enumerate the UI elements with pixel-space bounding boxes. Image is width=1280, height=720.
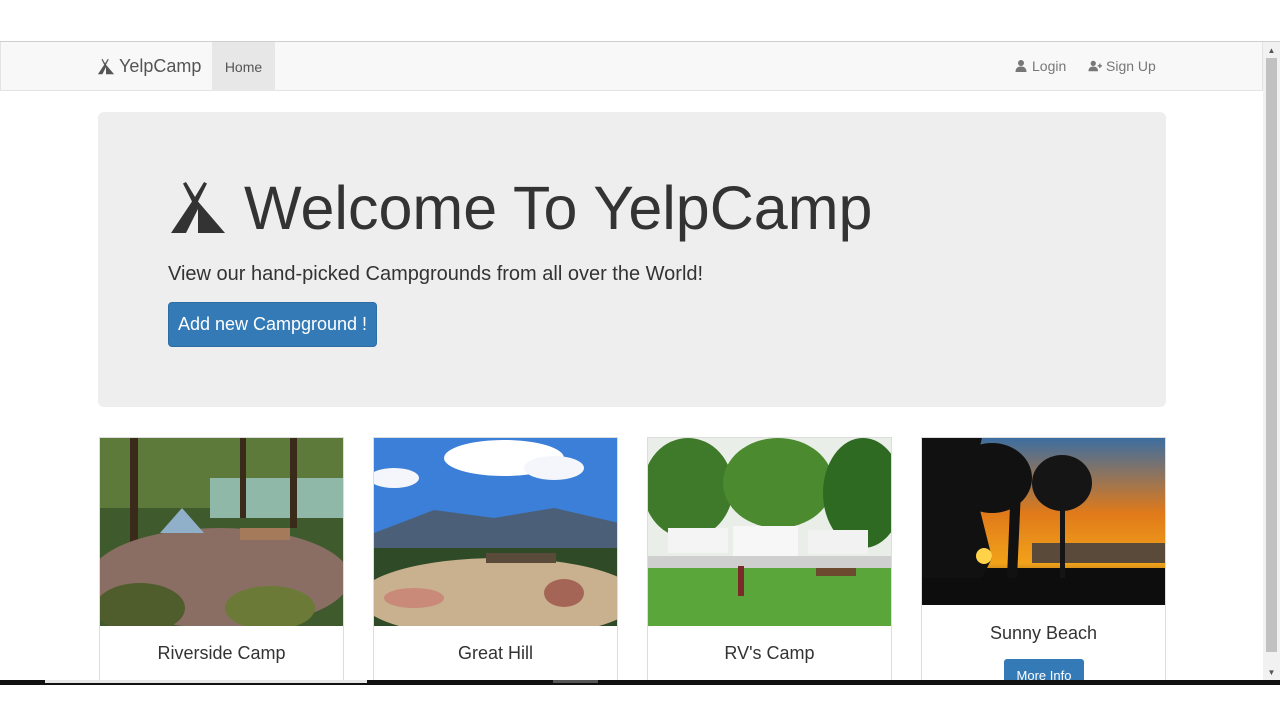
bottom-area	[0, 685, 1280, 720]
jumbotron: Welcome To YelpCamp View our hand-picked…	[98, 112, 1166, 407]
campground-image[interactable]	[648, 438, 891, 626]
campground-name: Sunny Beach	[989, 623, 1098, 643]
login-label: Login	[1032, 58, 1067, 74]
add-campground-button[interactable]: Add new Campground !	[168, 302, 377, 347]
brand-label: YelpCamp	[119, 56, 202, 76]
scroll-up-icon[interactable]: ▲	[1263, 42, 1280, 58]
scroll-thumb[interactable]	[1266, 58, 1277, 652]
navbar: YelpCamp Home Login Sign Up	[0, 42, 1263, 91]
user-plus-icon	[1088, 60, 1102, 72]
scroll-down-icon[interactable]: ▼	[1263, 664, 1280, 680]
login-link[interactable]: Login	[1014, 58, 1066, 74]
signup-link[interactable]: Sign Up	[1088, 58, 1156, 74]
tent-icon	[171, 181, 225, 233]
page-title: Welcome To YelpCamp	[168, 178, 872, 239]
signup-label: Sign Up	[1106, 58, 1156, 74]
page-subtitle: View our hand-picked Campgrounds from al…	[168, 263, 704, 285]
campground-image[interactable]	[374, 438, 617, 626]
taskbar-segment	[553, 680, 598, 683]
browser-top-area	[0, 0, 1280, 41]
campground-name: Riverside Camp	[157, 643, 286, 663]
campground-card: Great Hill	[373, 437, 618, 687]
taskbar-segment	[45, 680, 367, 683]
campground-card: RV's Camp	[647, 437, 892, 687]
campground-image[interactable]	[100, 438, 343, 626]
user-icon	[1015, 60, 1027, 72]
campground-card: Riverside Camp	[99, 437, 344, 687]
campground-name: RV's Camp	[724, 643, 815, 663]
tent-icon	[97, 58, 115, 74]
vertical-scrollbar[interactable]: ▲ ▼	[1263, 42, 1280, 680]
page-title-text: Welcome To YelpCamp	[244, 174, 873, 242]
brand-link[interactable]: YelpCamp	[97, 56, 201, 77]
campground-name: Great Hill	[457, 643, 533, 663]
campground-card: Sunny Beach More Info	[921, 437, 1166, 687]
campground-image[interactable]	[922, 438, 1165, 605]
nav-home[interactable]: Home	[212, 42, 275, 91]
